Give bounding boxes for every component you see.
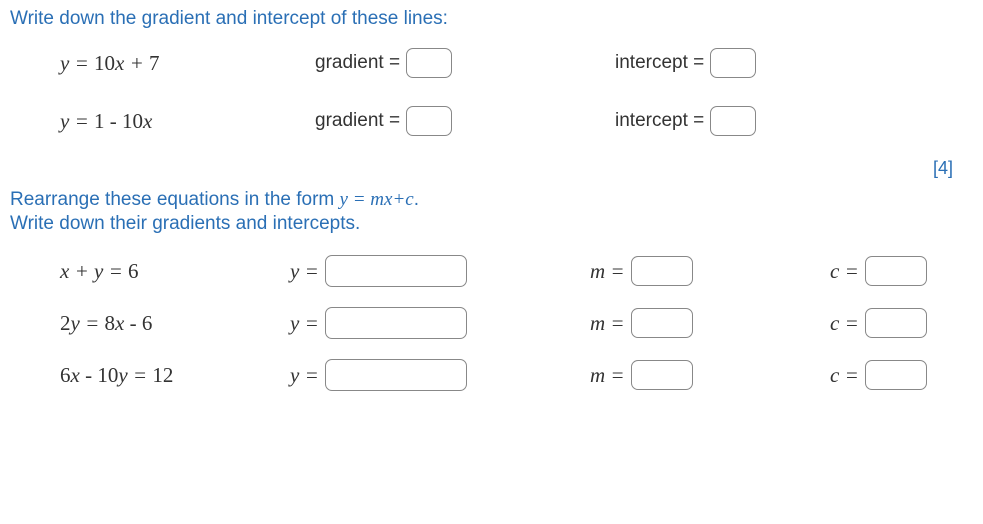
section2-instruction-line1: Rearrange these equations in the form — [10, 189, 340, 210]
section2-instruction-line2: Write down their gradients and intercept… — [10, 213, 973, 235]
c-label-0: c = — [830, 259, 859, 284]
intercept-label-1: intercept = — [615, 110, 704, 132]
gradient-label-0: gradient = — [315, 52, 400, 74]
c-input-1[interactable] — [865, 308, 927, 338]
y-input-2[interactable] — [325, 359, 467, 391]
m-label-2: m = — [590, 363, 625, 388]
m-label-0: m = — [590, 259, 625, 284]
y-label-2: y = — [290, 363, 319, 388]
equation2-0: x + y = 6 — [10, 259, 290, 284]
m-label-1: m = — [590, 311, 625, 336]
intercept-label-0: intercept = — [615, 52, 704, 74]
section2-row-0: x + y = 6 y = m = c = — [10, 255, 973, 287]
section1-row-0: y = 10x + 7 gradient = intercept = — [10, 48, 973, 78]
c-label-1: c = — [830, 311, 859, 336]
equation-1: y = 1 - 10x — [10, 109, 315, 134]
section2-instruction: Rearrange these equations in the form y … — [10, 189, 973, 211]
section2-instruction-math: y = mx+c — [340, 189, 414, 210]
gradient-label-1: gradient = — [315, 110, 400, 132]
equation2-2: 6x - 10y = 12 — [10, 363, 290, 388]
c-label-2: c = — [830, 363, 859, 388]
section1-instruction: Write down the gradient and intercept of… — [10, 8, 973, 30]
gradient-input-0[interactable] — [406, 48, 452, 78]
m-input-0[interactable] — [631, 256, 693, 286]
y-label-0: y = — [290, 259, 319, 284]
c-input-0[interactable] — [865, 256, 927, 286]
c-input-2[interactable] — [865, 360, 927, 390]
equation2-1: 2y = 8x - 6 — [10, 311, 290, 336]
section2-row-1: 2y = 8x - 6 y = m = c = — [10, 307, 973, 339]
intercept-input-1[interactable] — [710, 106, 756, 136]
intercept-input-0[interactable] — [710, 48, 756, 78]
section2-instruction-line1-end: . — [414, 189, 419, 210]
section2-row-2: 6x - 10y = 12 y = m = c = — [10, 359, 973, 391]
equation-0: y = 10x + 7 — [10, 51, 315, 76]
marks-1: [4] — [10, 158, 973, 179]
section1-row-1: y = 1 - 10x gradient = intercept = — [10, 106, 973, 136]
gradient-input-1[interactable] — [406, 106, 452, 136]
y-label-1: y = — [290, 311, 319, 336]
y-input-0[interactable] — [325, 255, 467, 287]
m-input-2[interactable] — [631, 360, 693, 390]
m-input-1[interactable] — [631, 308, 693, 338]
y-input-1[interactable] — [325, 307, 467, 339]
